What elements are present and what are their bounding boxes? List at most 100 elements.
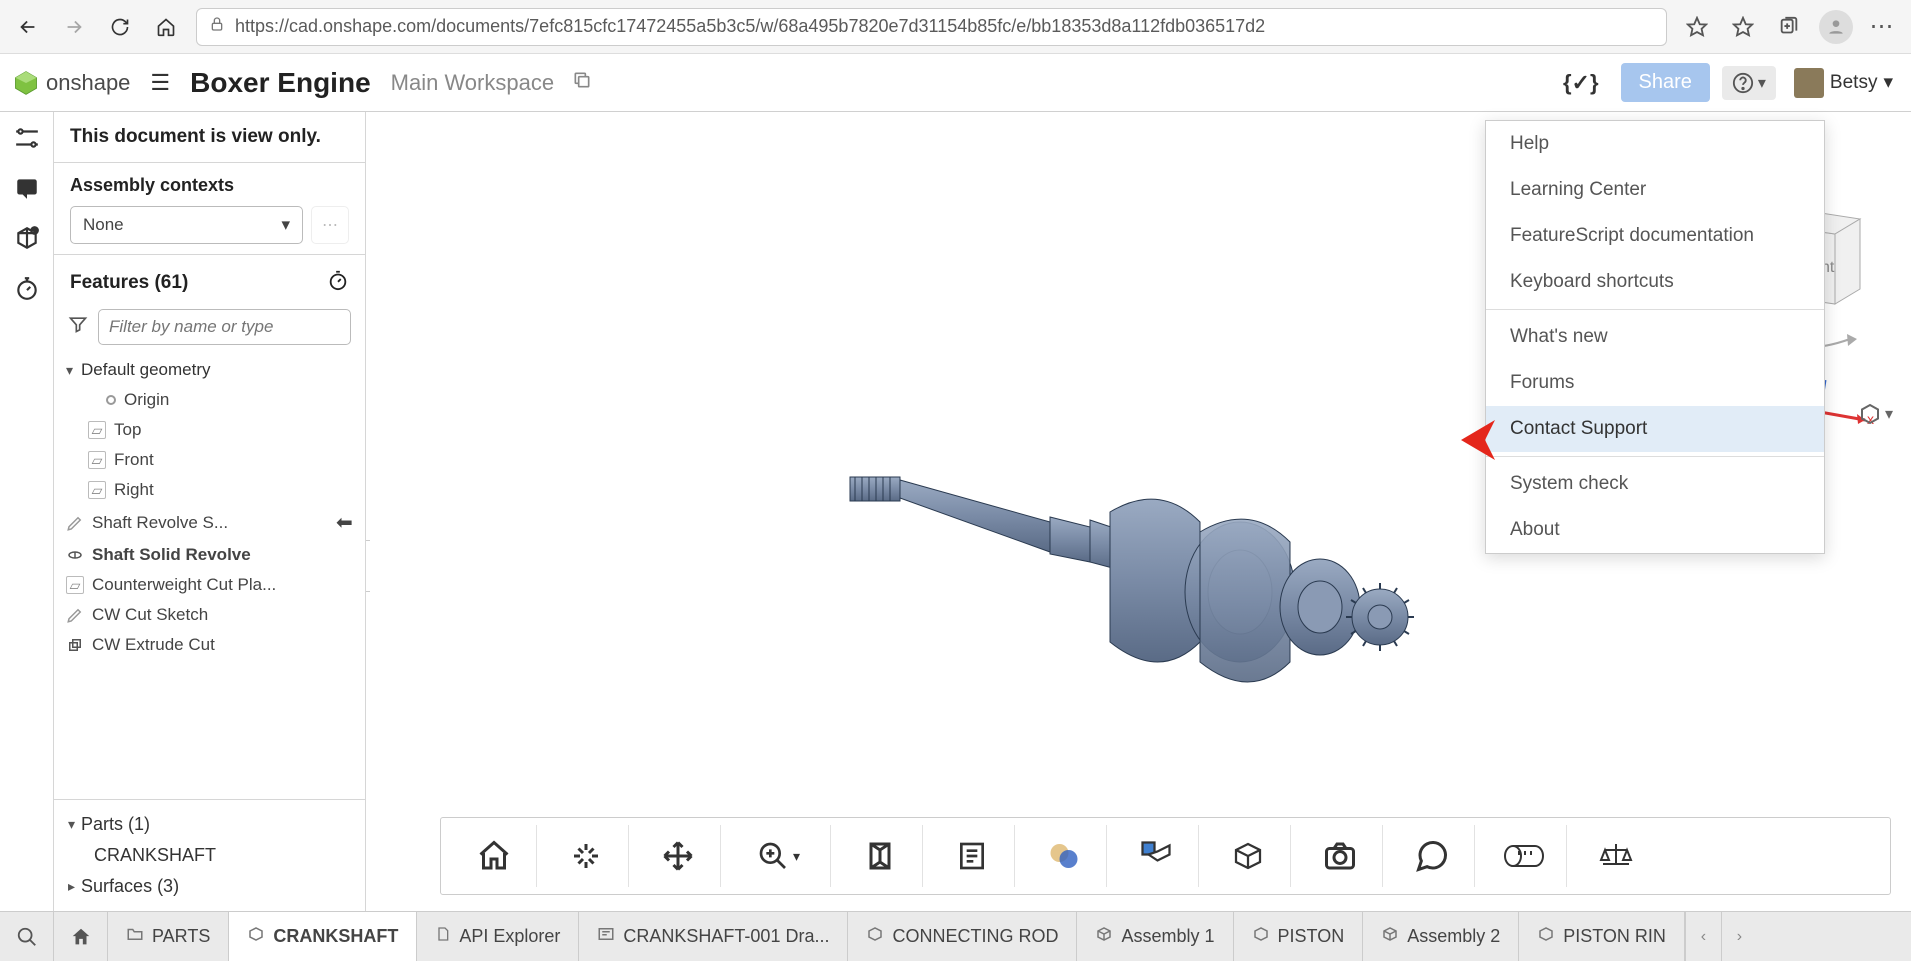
measure-button[interactable] [1481,825,1567,887]
surfaces-header[interactable]: ▸ Surfaces (3) [68,872,351,901]
help-menu-whats-new[interactable]: What's new [1486,314,1824,360]
rotate-view-button[interactable] [543,825,629,887]
comments-icon[interactable] [13,174,41,202]
menu-button[interactable]: ☰ [142,70,178,96]
search-tab-button[interactable] [0,912,54,961]
assembly-contexts-label: Assembly contexts [70,175,349,196]
stopwatch-icon[interactable] [13,274,41,302]
tab-piston[interactable]: PISTON [1234,912,1364,961]
tab-crankshaft-drawing[interactable]: CRANKSHAFT-001 Dra... [579,912,848,961]
tree-label: Top [114,420,141,440]
collections-icon[interactable] [1773,11,1805,43]
help-menu-keyboard-shortcuts[interactable]: Keyboard shortcuts [1486,259,1824,305]
tab-api-explorer[interactable]: API Explorer [417,912,579,961]
tree-front-plane[interactable]: ▱ Front [54,445,365,475]
help-menu-help[interactable]: Help [1486,121,1824,167]
assembly-context-more[interactable]: ⋯ [311,206,349,244]
tab-assembly-1[interactable]: Assembly 1 [1077,912,1233,961]
tab-label: PISTON [1278,926,1345,947]
tree-shaft-solid-revolve[interactable]: Shaft Solid Revolve [54,540,365,570]
tab-crankshaft[interactable]: CRANKSHAFT [229,912,417,961]
chevron-down-icon: ▾ [793,848,800,865]
chevron-down-icon: ▾ [1883,71,1893,94]
site-star-icon[interactable] [1681,11,1713,43]
svg-text:?: ? [32,229,36,236]
favorites-icon[interactable] [1727,11,1759,43]
tree-cw-extrude-cut[interactable]: CW Extrude Cut [54,630,365,660]
feature-tree[interactable]: ▾ Default geometry Origin ▱ Top ▱ Front … [54,355,365,799]
assembly-context-select[interactable]: None ▾ [70,206,303,244]
back-button[interactable] [12,11,44,43]
chevron-down-icon: ▾ [1758,73,1766,93]
url-text: https://cad.onshape.com/documents/7efc81… [235,16,1265,37]
user-menu[interactable]: Betsy ▾ [1788,68,1899,98]
rollback-icon[interactable] [327,269,349,297]
tree-origin[interactable]: Origin [54,385,365,415]
view-cube-settings[interactable]: ▾ [1858,402,1893,426]
workspace-name[interactable]: Main Workspace [391,70,554,96]
tab-connecting-rod[interactable]: CONNECTING ROD [848,912,1077,961]
home-tab-button[interactable] [54,912,108,961]
home-view-button[interactable] [451,825,537,887]
tab-label: CRANKSHAFT-001 Dra... [623,926,829,947]
filter-icon[interactable] [68,314,88,340]
section-view-button[interactable] [837,825,923,887]
notes-button[interactable] [929,825,1015,887]
surfaces-label: Surfaces (3) [81,876,179,897]
tab-piston-ring[interactable]: PISTON RIN [1519,912,1685,961]
configure-icon[interactable] [13,124,41,152]
material-icon[interactable]: ? [13,224,41,252]
tab-parts-folder[interactable]: PARTS [108,912,229,961]
tab-assembly-2[interactable]: Assembly 2 [1363,912,1519,961]
plane-icon: ▱ [88,451,106,469]
graphics-options-button[interactable] [1113,825,1199,887]
parts-header[interactable]: ▾ Parts (1) [68,810,351,839]
appearance-button[interactable] [1021,825,1107,887]
tabs-scroll-right[interactable]: › [1721,912,1757,961]
help-menu-contact-support[interactable]: Contact Support [1486,406,1824,452]
help-menu-learning-center[interactable]: Learning Center [1486,167,1824,213]
tree-shaft-revolve-sketch[interactable]: Shaft Revolve S... ➡ [54,505,365,540]
parts-section: ▾ Parts (1) CRANKSHAFT ▸ Surfaces (3) [54,799,365,911]
tab-label: CONNECTING ROD [892,926,1058,947]
app-header: onshape ☰ Boxer Engine Main Workspace {✓… [0,54,1911,112]
zoom-button[interactable]: ▾ [727,825,831,887]
help-menu-featurescript-docs[interactable]: FeatureScript documentation [1486,213,1824,259]
crankshaft-model[interactable] [840,462,1480,742]
camera-button[interactable] [1297,825,1383,887]
share-button[interactable]: Share [1621,63,1710,102]
feature-filter-input[interactable] [98,309,351,345]
user-avatar [1794,68,1824,98]
parts-label: Parts (1) [81,814,150,835]
document-title[interactable]: Boxer Engine [190,67,370,99]
refresh-button[interactable] [104,11,136,43]
tree-cw-cut-plane[interactable]: ▱ Counterweight Cut Pla... [54,570,365,600]
help-menu-about[interactable]: About [1486,507,1824,553]
help-button[interactable]: ▾ [1722,66,1776,100]
tab-label: PARTS [152,926,210,947]
tree-cw-cut-sketch[interactable]: CW Cut Sketch [54,600,365,630]
mass-properties-button[interactable] [1573,825,1659,887]
help-icon [1732,72,1754,94]
tree-default-geometry[interactable]: ▾ Default geometry [54,355,365,385]
url-bar[interactable]: https://cad.onshape.com/documents/7efc81… [196,8,1667,46]
pan-view-button[interactable] [635,825,721,887]
part-item[interactable]: CRANKSHAFT [68,839,351,872]
feedback-button[interactable] [1389,825,1475,887]
tabs-scroll-left[interactable]: ‹ [1685,912,1721,961]
help-menu-system-check[interactable]: System check [1486,461,1824,507]
tree-label: Counterweight Cut Pla... [92,575,276,595]
tree-right-plane[interactable]: ▱ Right [54,475,365,505]
copy-icon[interactable] [572,70,592,95]
help-menu-forums[interactable]: Forums [1486,360,1824,406]
profile-avatar[interactable] [1819,10,1853,44]
featurescript-button[interactable]: {✓} [1553,70,1609,96]
view-only-notice: This document is view only. [54,112,365,163]
isometric-button[interactable] [1205,825,1291,887]
forward-button[interactable] [58,11,90,43]
onshape-logo[interactable]: onshape [12,69,130,97]
part-studio-icon [247,925,265,948]
home-button[interactable] [150,11,182,43]
tree-top-plane[interactable]: ▱ Top [54,415,365,445]
more-icon[interactable]: ⋯ [1867,11,1899,43]
